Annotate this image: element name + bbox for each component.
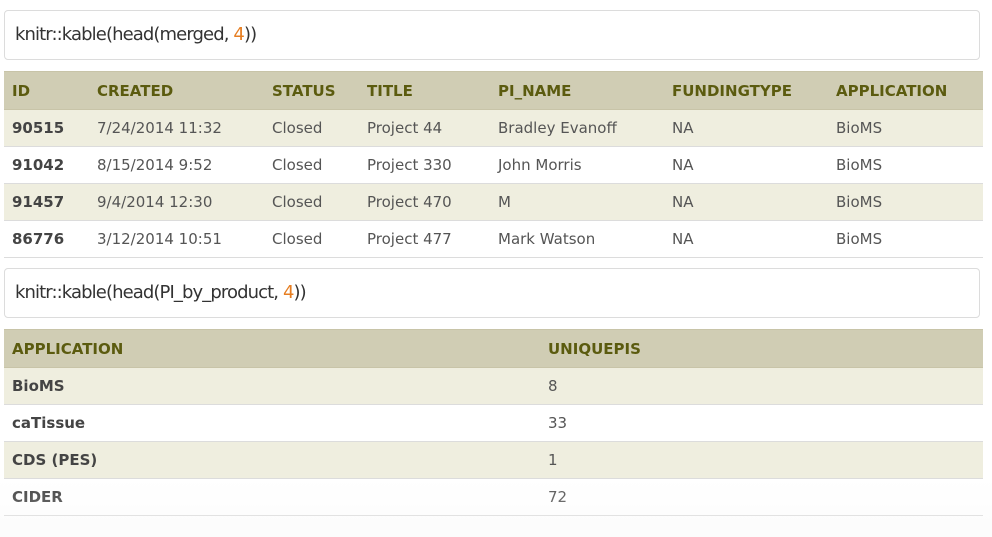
cell-title: Project 44 — [359, 109, 490, 147]
column-header-application[interactable]: APPLICATION — [4, 329, 540, 368]
cell-status: Closed — [264, 183, 359, 221]
code-number: 4 — [282, 282, 294, 303]
table-row: BioMS 8 — [4, 367, 983, 405]
table-row: 91457 9/4/2014 12:30 Closed Project 470 … — [4, 183, 983, 221]
cell-fundingtype: NA — [664, 109, 828, 147]
cell-id: 91042 — [4, 146, 89, 184]
cell-uniquepis: 33 — [540, 404, 983, 442]
cell-created: 3/12/2014 10:51 — [89, 220, 264, 258]
cell-pi-name: John Morris — [490, 146, 664, 184]
cell-title: Project 470 — [359, 183, 490, 221]
cell-created: 9/4/2014 12:30 — [89, 183, 264, 221]
cell-id: 90515 — [4, 109, 89, 147]
column-header-pi-name[interactable]: PI_NAME — [490, 71, 664, 110]
cell-uniquepis: 8 — [540, 367, 983, 405]
cell-id: 86776 — [4, 220, 89, 258]
cell-title: Project 477 — [359, 220, 490, 258]
column-header-id[interactable]: ID — [4, 71, 89, 110]
cell-uniquepis: 72 — [540, 478, 983, 516]
cell-application: CIDER — [4, 478, 540, 516]
column-header-created[interactable]: CREATED — [89, 71, 264, 110]
page: knitr::kable(head(merged, 4)) ID CREATED… — [0, 0, 992, 537]
merged-table: ID CREATED STATUS TITLE PI_NAME FUNDINGT… — [4, 71, 983, 258]
column-header-status[interactable]: STATUS — [264, 71, 359, 110]
cell-fundingtype: NA — [664, 183, 828, 221]
cell-application: caTissue — [4, 404, 540, 442]
code-text: knitr::kable(head(merged, — [15, 24, 234, 45]
table-header-row: APPLICATION UNIQUEPIS — [4, 329, 983, 368]
cell-pi-name: Bradley Evanoff — [490, 109, 664, 147]
cell-status: Closed — [264, 220, 359, 258]
cell-status: Closed — [264, 109, 359, 147]
table-row: CDS (PES) 1 — [4, 441, 983, 479]
cell-pi-name: Mark Watson — [490, 220, 664, 258]
pi-by-product-table: APPLICATION UNIQUEPIS BioMS 8 caTissue 3… — [4, 329, 983, 516]
table-row: caTissue 33 — [4, 404, 983, 442]
cell-created: 7/24/2014 11:32 — [89, 109, 264, 147]
cell-pi-name: M — [490, 183, 664, 221]
table-row: 86776 3/12/2014 10:51 Closed Project 477… — [4, 220, 983, 258]
column-header-title[interactable]: TITLE — [359, 71, 490, 110]
cell-title: Project 330 — [359, 146, 490, 184]
code-number: 4 — [233, 24, 244, 45]
column-header-fundingtype[interactable]: FUNDINGTYPE — [664, 71, 828, 110]
code-chunk-merged: knitr::kable(head(merged, 4)) — [4, 10, 980, 60]
table-row: CIDER 72 — [4, 478, 983, 516]
cell-application: BioMS — [4, 367, 540, 405]
table-row: 91042 8/15/2014 9:52 Closed Project 330 … — [4, 146, 983, 184]
code-chunk-pi-by-product: knitr::kable(head(PI_by_product, 4)) — [4, 268, 980, 318]
cell-application: BioMS — [828, 183, 983, 221]
code-text: knitr::kable(head(PI_by_product, — [15, 282, 283, 303]
cell-fundingtype: NA — [664, 146, 828, 184]
cell-status: Closed — [264, 146, 359, 184]
cell-application: CDS (PES) — [4, 441, 540, 479]
table-row: 90515 7/24/2014 11:32 Closed Project 44 … — [4, 109, 983, 147]
table-header-row: ID CREATED STATUS TITLE PI_NAME FUNDINGT… — [4, 71, 983, 110]
column-header-application[interactable]: APPLICATION — [828, 71, 983, 110]
cell-fundingtype: NA — [664, 220, 828, 258]
cell-application: BioMS — [828, 146, 983, 184]
cell-created: 8/15/2014 9:52 — [89, 146, 264, 184]
cell-application: BioMS — [828, 109, 983, 147]
cell-application: BioMS — [828, 220, 983, 258]
code-text: )) — [243, 24, 257, 45]
code-text: )) — [293, 282, 307, 303]
cell-id: 91457 — [4, 183, 89, 221]
cell-uniquepis: 1 — [540, 441, 983, 479]
column-header-uniquepis[interactable]: UNIQUEPIS — [540, 329, 983, 368]
